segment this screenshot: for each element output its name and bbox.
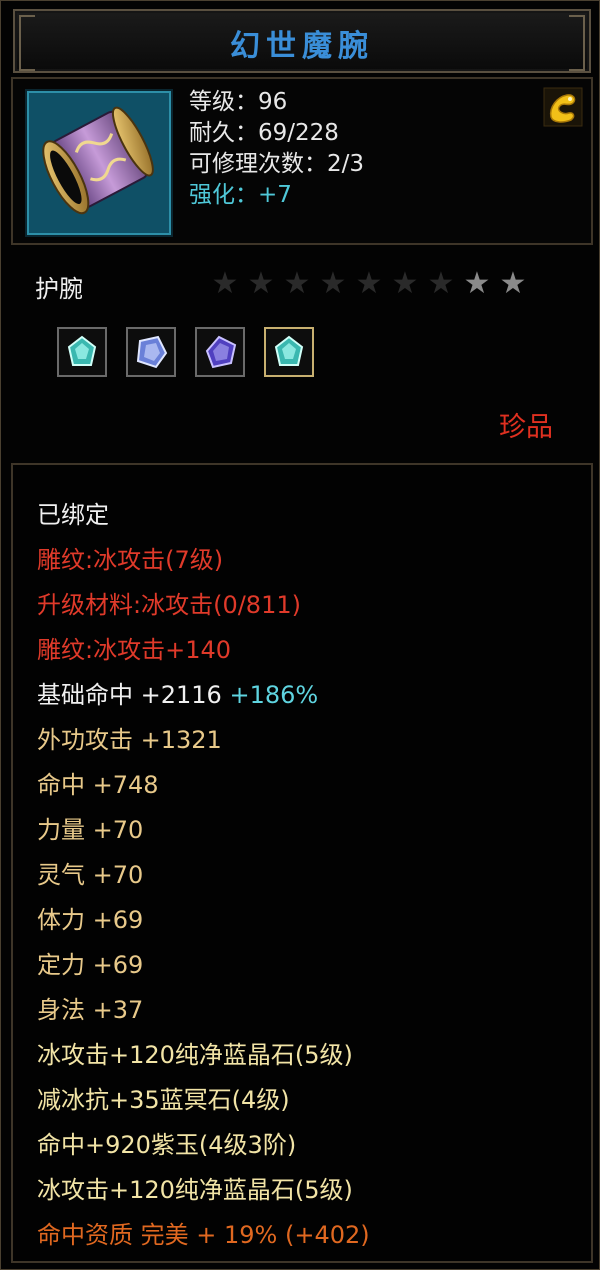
item-type-label: 护腕 — [35, 275, 83, 303]
star-icon: ★ — [247, 266, 275, 301]
gem-bonus-line-4: 冰攻击+120纯净蓝晶石(5级) — [37, 1176, 353, 1204]
title-bar: 幻世魔腕 — [13, 9, 591, 73]
bracer-item-icon — [27, 91, 171, 235]
focus-line: 定力 +69 — [37, 951, 144, 979]
star-icon: ★ — [319, 266, 347, 301]
enhance-level-text: 强化：+7 — [189, 182, 292, 208]
star-icon: ★ — [463, 266, 491, 301]
bound-status: 已绑定 — [37, 501, 109, 529]
engrave-level-line: 雕纹:冰攻击(7级) — [37, 546, 224, 574]
engrave-bonus-line: 雕纹:冰攻击+140 — [37, 636, 232, 664]
star-icon: ★ — [211, 266, 239, 301]
level-text: 等级：96 — [189, 89, 288, 115]
gem-slots — [57, 327, 328, 377]
star-rating: ★ ★ ★ ★ ★ ★ ★ ★ ★ — [207, 267, 531, 301]
hit-line: 命中 +748 — [37, 771, 159, 799]
item-stats-summary: 等级：96 耐久：69/228 可修理次数：2/3 强化：+7 — [189, 87, 364, 211]
gem-slot-2-blue-gem-icon[interactable] — [126, 327, 177, 377]
base-hit-line: 基础命中 +2116 +186% — [37, 673, 370, 718]
item-header: 等级：96 耐久：69/228 可修理次数：2/3 强化：+7 — [11, 77, 593, 245]
gold-dragon-badge-icon — [543, 87, 583, 127]
star-icon: ★ — [427, 266, 455, 301]
stamina-line: 体力 +69 — [37, 906, 144, 934]
gem-bonus-line-2: 减冰抗+35蓝冥石(4级) — [37, 1086, 290, 1114]
item-details-panel: 已绑定 雕纹:冰攻击(7级) 升级材料:冰攻击(0/811) 雕纹:冰攻击+14… — [11, 463, 593, 1263]
spirit-line: 灵气 +70 — [37, 861, 144, 889]
gem-slot-4-teal-gem-icon[interactable] — [264, 327, 315, 377]
quality-line: 命中资质 完美 + 19% (+402) — [37, 1221, 370, 1249]
agility-line: 身法 +37 — [37, 996, 144, 1024]
repair-count-text: 可修理次数：2/3 — [189, 151, 365, 177]
item-attribute-list: 已绑定 雕纹:冰攻击(7级) 升级材料:冰攻击(0/811) 雕纹:冰攻击+14… — [37, 493, 370, 1258]
item-tooltip-panel: 幻世魔腕 等级：96 耐久：69/228 可修理次数：2/3 强化：+7 护腕 … — [0, 0, 600, 1270]
upgrade-material-line: 升级材料:冰攻击(0/811) — [37, 591, 301, 619]
external-attack-line: 外功攻击 +1321 — [37, 726, 222, 754]
star-icon: ★ — [355, 266, 383, 301]
star-icon: ★ — [499, 266, 527, 301]
star-icon: ★ — [283, 266, 311, 301]
item-title: 幻世魔腕 — [230, 29, 374, 64]
strength-line: 力量 +70 — [37, 816, 144, 844]
base-hit-value: 基础命中 +2116 — [37, 681, 222, 709]
star-icon: ★ — [391, 266, 419, 301]
gem-slot-1-teal-gem-icon[interactable] — [57, 327, 107, 377]
base-hit-bonus: +186% — [229, 681, 319, 709]
gem-slot-3-purple-gem-icon[interactable] — [195, 327, 246, 377]
gem-bonus-line-3: 命中+920紫玉(4级3阶) — [37, 1131, 297, 1159]
rarity-label: 珍品 — [499, 412, 553, 443]
durability-text: 耐久：69/228 — [189, 120, 339, 146]
gem-bonus-line-1: 冰攻击+120纯净蓝晶石(5级) — [37, 1041, 353, 1069]
